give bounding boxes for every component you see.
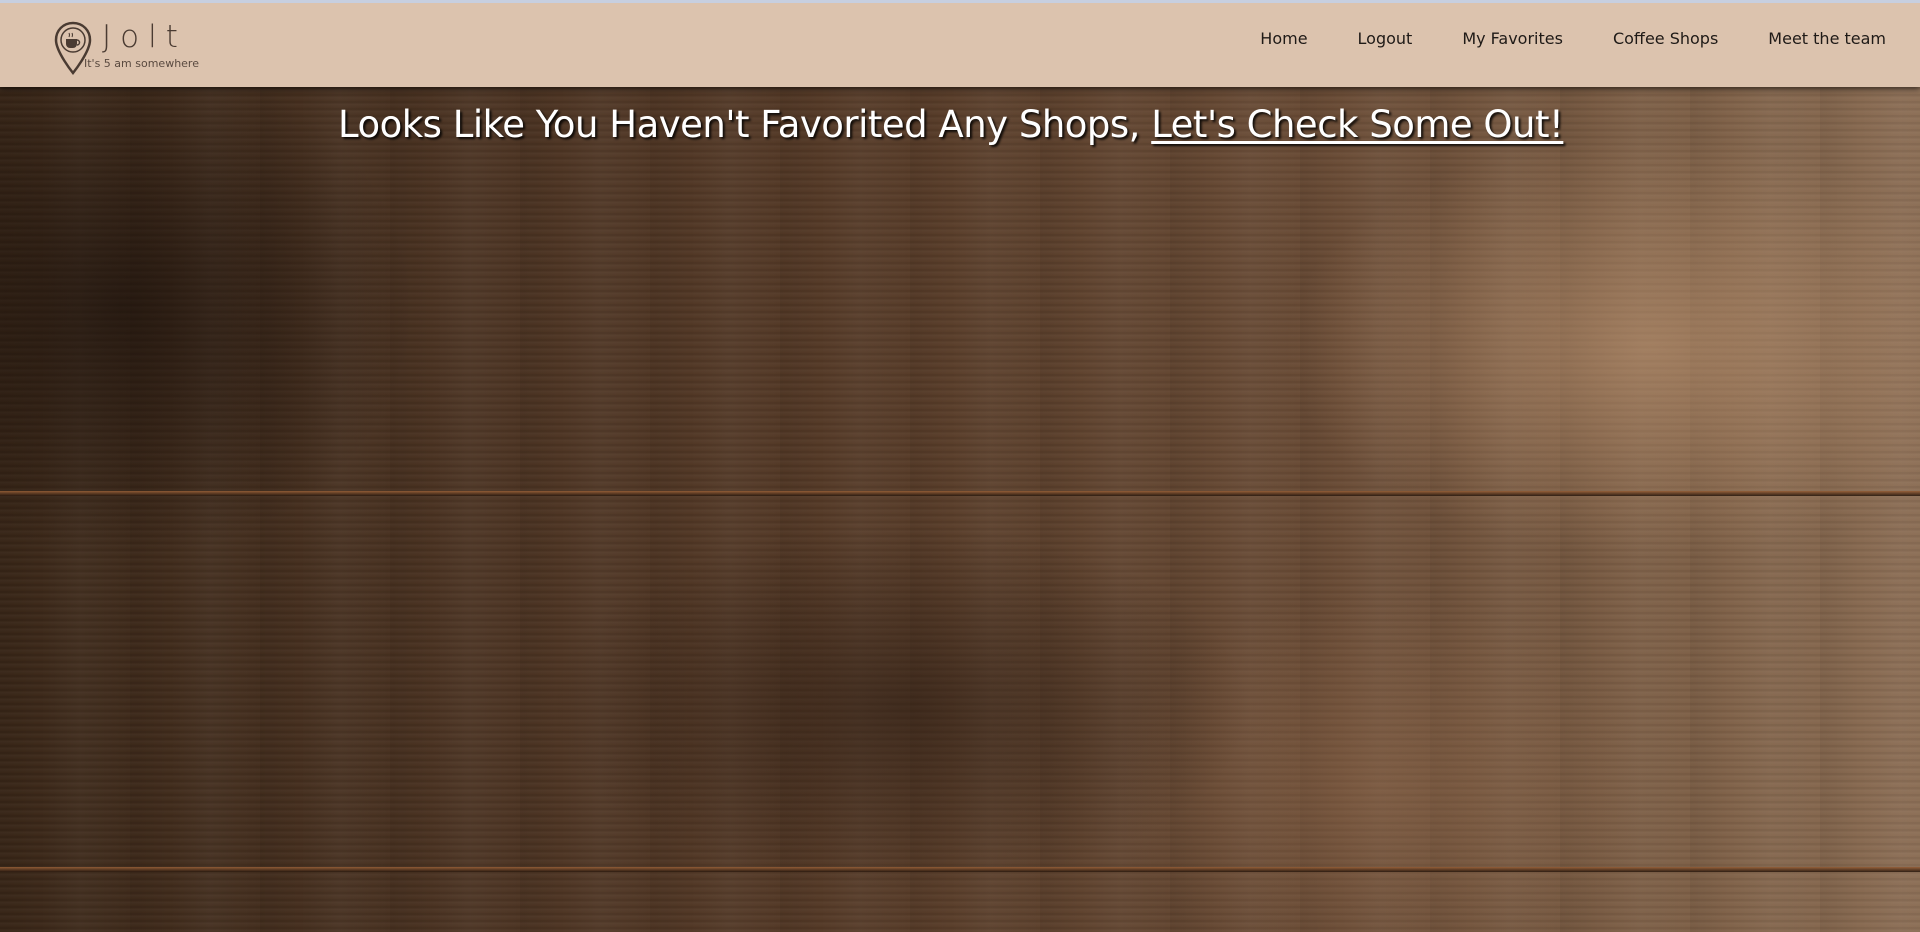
empty-favorites-message: Looks Like You Haven't Favorited Any Sho… — [338, 103, 1564, 146]
nav-my-favorites-link[interactable]: My Favorites — [1462, 29, 1563, 48]
plank-seam — [0, 867, 1920, 872]
top-accent-bar — [0, 0, 1920, 3]
nav-meet-the-team-link[interactable]: Meet the team — [1768, 29, 1886, 48]
nav-logout-link[interactable]: Logout — [1358, 29, 1413, 48]
brand-tagline: It's 5 am somewhere — [84, 57, 199, 70]
navbar: Jolt It's 5 am somewhere Home Logout My … — [0, 3, 1920, 87]
wood-background-hero: Looks Like You Haven't Favorited Any Sho… — [0, 87, 1920, 932]
nav-coffee-shops-link[interactable]: Coffee Shops — [1613, 29, 1718, 48]
brand-name: Jolt — [102, 19, 187, 55]
check-shops-link[interactable]: Let's Check Some Out! — [1151, 103, 1564, 146]
main-nav: Home Logout My Favorites Coffee Shops Me… — [1260, 3, 1886, 73]
empty-favorites-text: Looks Like You Haven't Favorited Any Sho… — [338, 103, 1152, 146]
plank-seam — [0, 491, 1920, 496]
nav-home-link[interactable]: Home — [1260, 29, 1307, 48]
